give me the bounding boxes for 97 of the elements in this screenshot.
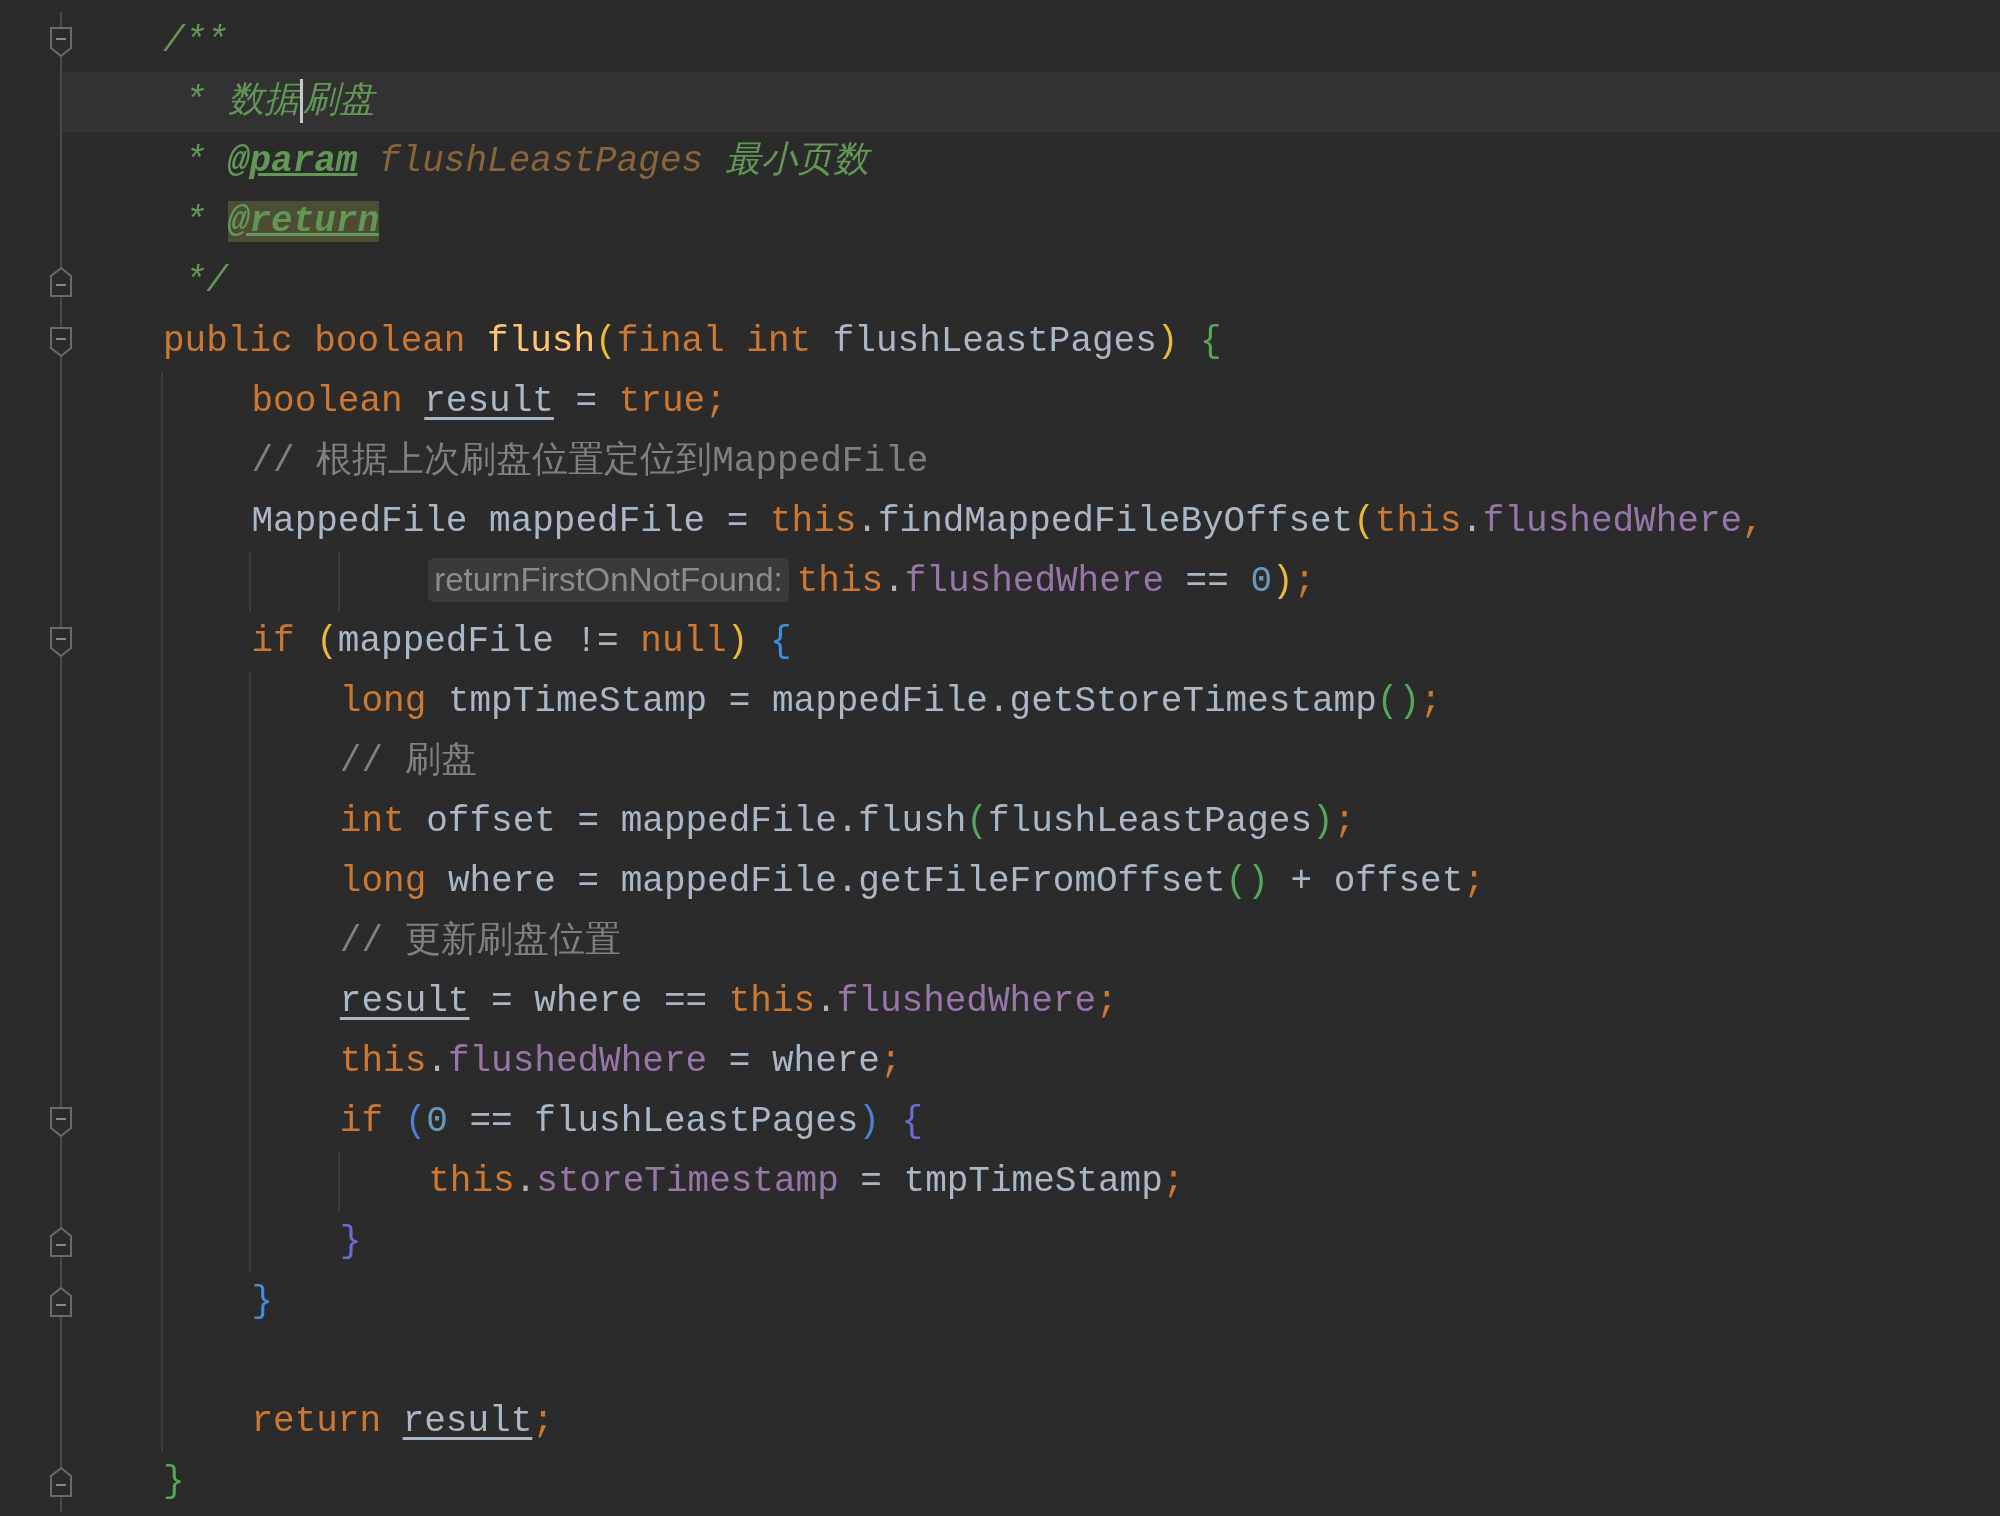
comment: // 刷盘 [339,741,477,782]
fold-marker-icon[interactable] [49,26,73,58]
keyword: boolean [251,381,404,422]
code-text: .findMappedFileByOffset [856,501,1354,542]
keyword: ; [879,1041,902,1082]
keyword: long [339,681,428,722]
fold-marker-icon[interactable] [49,1226,73,1258]
keyword: int [339,801,406,842]
number-literal: 0 [426,1101,448,1142]
comment: // 更新刷盘位置 [339,921,621,962]
bracket: } [339,1221,362,1262]
bracket: () [1225,861,1269,902]
code-text: where = mappedFile.getFileFromOffset [447,861,1226,902]
bracket: ) [726,621,749,662]
keyword: ; [1333,801,1356,842]
code-text: = [574,381,599,422]
code-text: = where == [490,981,709,1022]
doc-comment: /** [163,21,228,62]
doc-comment: * [184,141,208,182]
keyword: long [339,861,428,902]
keyword: this [769,501,857,542]
field-name: flushedWhere [447,1041,708,1082]
fold-marker-icon[interactable] [49,1466,73,1498]
code-text: = tmpTimeStamp [859,1161,1163,1202]
keyword: return [251,1401,383,1442]
bracket: ( [316,621,338,662]
variable-name: result [339,981,470,1022]
variable-name: result [402,1401,533,1442]
code-text: flushLeastPages [832,321,1157,362]
code-text: mappedFile != [337,621,620,662]
bracket: ( [1353,501,1375,542]
doc-comment: */ [184,261,228,302]
fold-marker-icon[interactable] [49,1106,73,1138]
code-text: = where [727,1041,880,1082]
keyword: ; [532,1401,554,1442]
keyword: boolean [314,321,467,362]
code-text: + offset [1289,861,1464,902]
code-text: == [1184,561,1230,602]
parameter-hint: returnFirstOnNotFound: [428,558,789,602]
bracket: ) [1156,321,1179,362]
code-text: . [426,1041,448,1082]
keyword: ; [1420,681,1442,722]
method-name: flush [487,321,596,362]
keyword: , [1742,501,1764,542]
bracket: () [1376,681,1421,722]
doc-comment: 刷盘 [302,81,375,122]
keyword: ; [1463,861,1485,902]
fold-marker-icon[interactable] [49,326,73,358]
keyword: this [428,1161,515,1202]
code-text: . [1461,501,1483,542]
keyword: ; [1293,561,1316,602]
keyword: this [796,561,884,602]
bracket: ) [1312,801,1334,842]
keyword: public [163,321,294,362]
doc-comment: * [184,201,208,242]
variable-name: result [424,381,554,422]
fold-marker-icon[interactable] [49,1286,73,1318]
doc-tag: @param [227,141,358,182]
keyword: ; [1096,981,1118,1022]
doc-tag: @return [227,201,380,242]
bracket: } [163,1461,185,1502]
doc-parameter: flushLeastPages [378,141,704,182]
bracket: } [251,1281,274,1322]
field-name: flushedWhere [836,981,1096,1022]
code-text: tmpTimeStamp = mappedFile.getStoreTimestamp [447,681,1377,722]
fold-marker-icon[interactable] [49,266,73,298]
bracket: { [900,1101,924,1142]
keyword: this [1374,501,1462,542]
keyword: this [339,1041,427,1082]
code-text: . [883,561,905,602]
keyword: if [251,621,296,662]
field-name: storeTimestamp [536,1161,839,1202]
number-literal: 0 [1250,561,1273,602]
keyword: final [616,321,726,362]
field-name: flushedWhere [904,561,1164,602]
code-text: flushLeastPages [987,801,1313,842]
code-text: == flushLeastPages [468,1101,859,1142]
code-text: . [815,981,837,1022]
bracket: ( [404,1101,427,1142]
fold-marker-icon[interactable] [49,626,73,658]
keyword: int [746,321,813,362]
code-text: . [514,1161,537,1202]
code-text: offset = mappedFile.flush [426,801,967,842]
keyword: ; [1162,1161,1185,1202]
keyword: this [728,981,816,1022]
keyword: true; [618,381,727,422]
keyword: null [640,621,727,662]
field-name: flushedWhere [1482,501,1743,542]
comment: // 根据上次刷盘位置定位到MappedFile [251,441,929,482]
bracket: { [1199,321,1222,362]
bracket: { [768,621,792,662]
bracket: ) [858,1101,880,1142]
code-text: MappedFile mappedFile = [251,501,750,542]
bracket: ) [1272,561,1294,602]
keyword: if [339,1101,385,1142]
bracket: ( [595,321,617,362]
bracket: ( [966,801,988,842]
